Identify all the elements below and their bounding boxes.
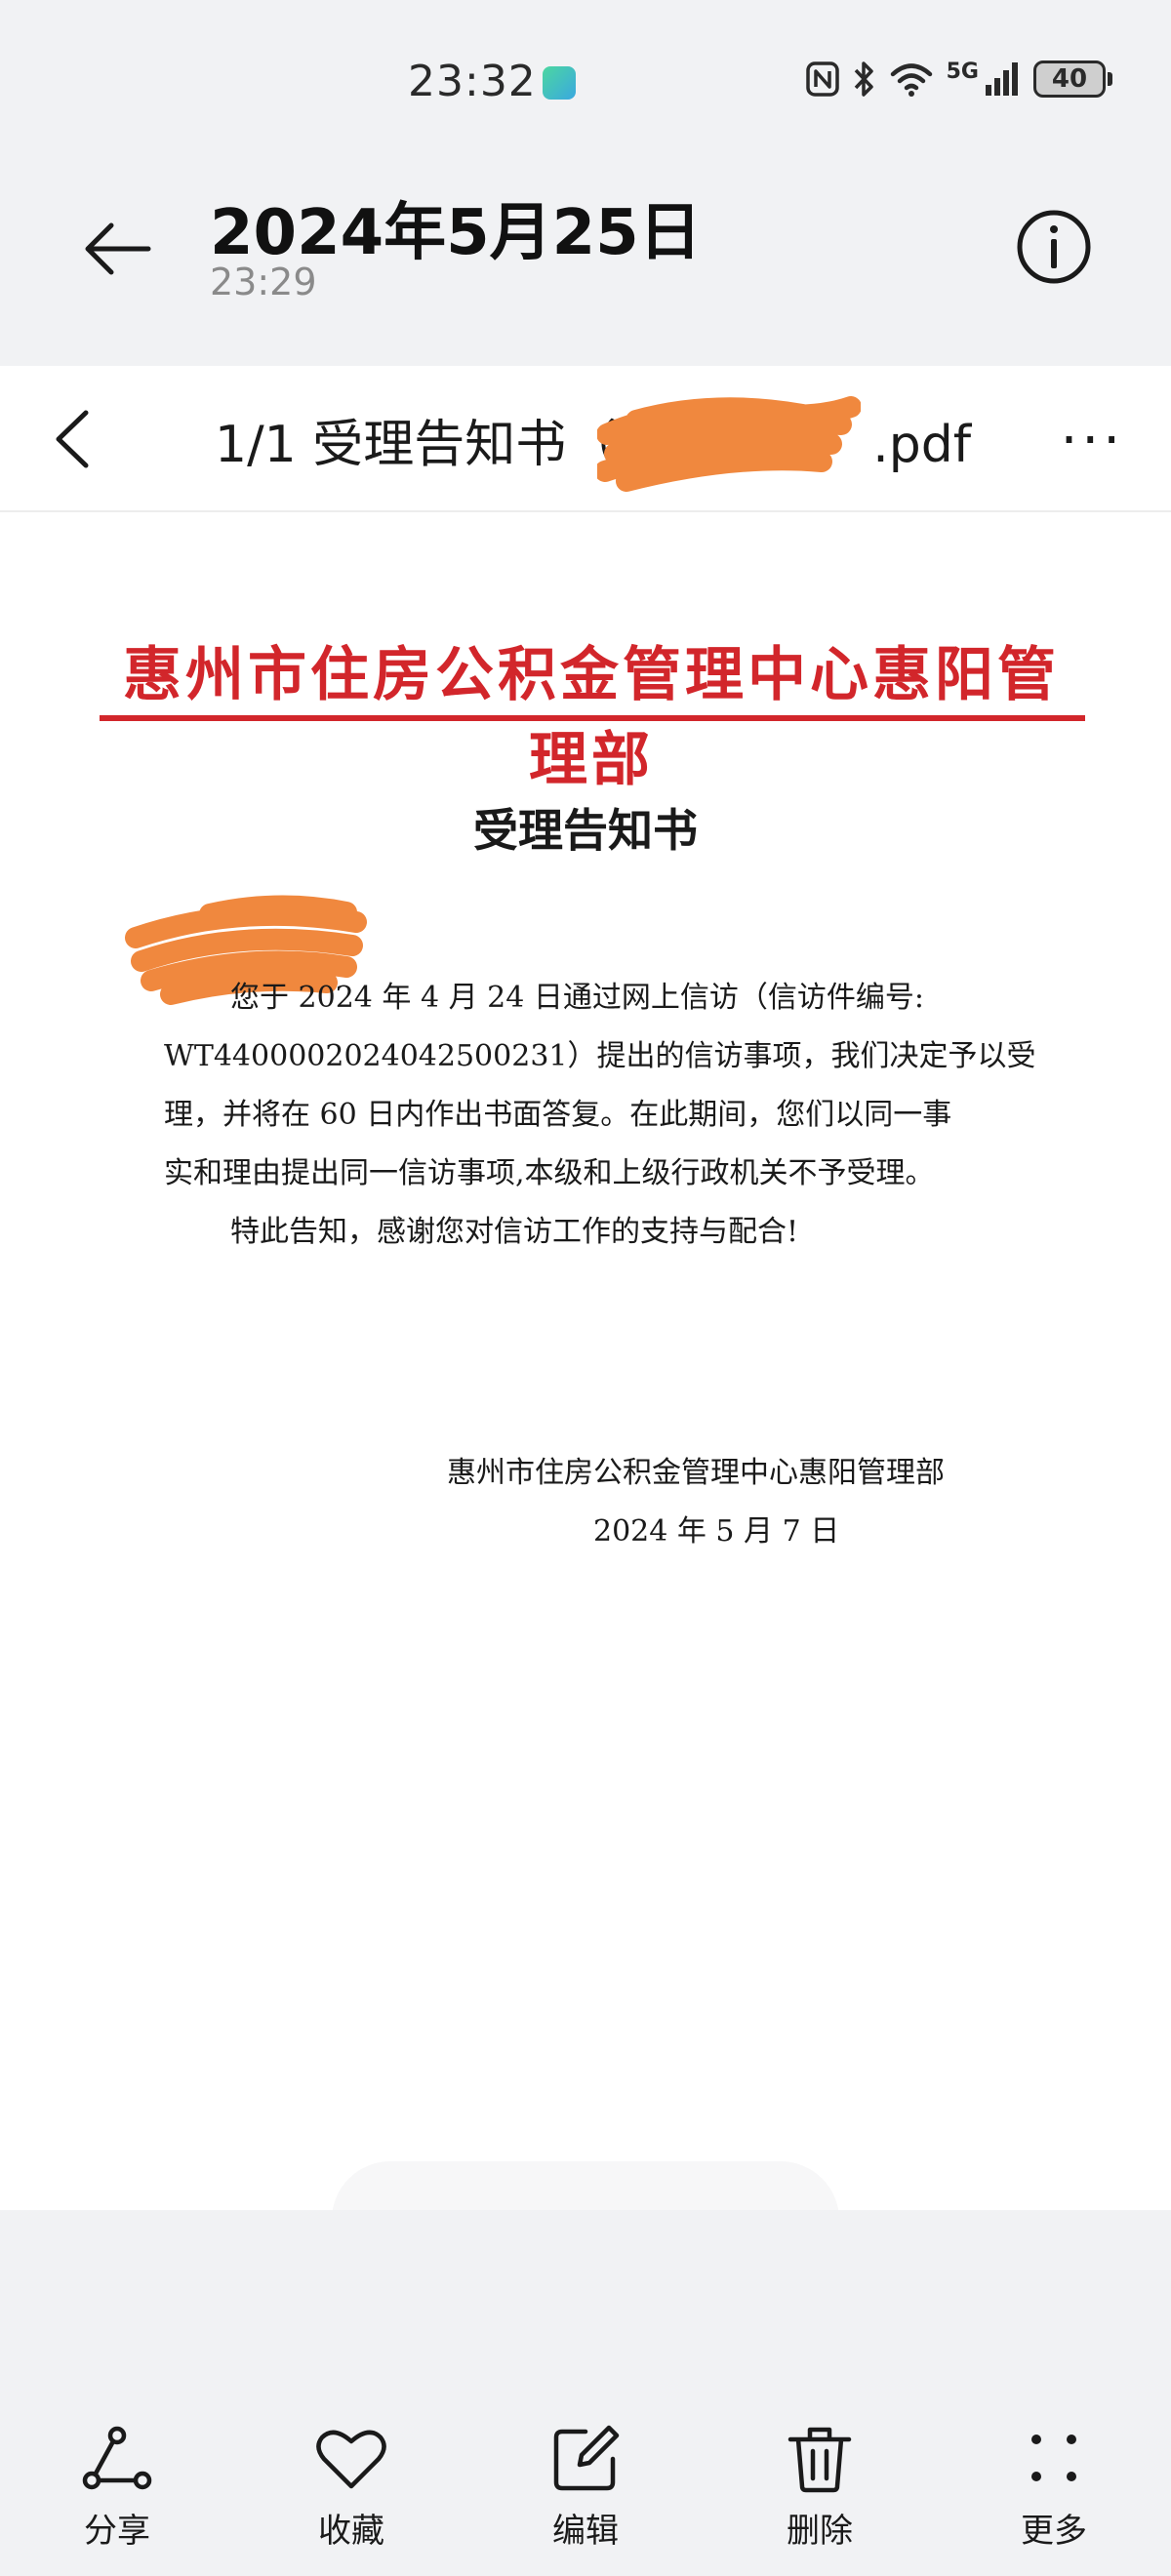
- document-viewer: 1/1 受理告知书（ .pdf ··· 惠州市住房公积金管理中心惠阳管理部 受理告…: [0, 366, 1171, 2220]
- status-icons: 5G 40: [805, 60, 1112, 98]
- status-bar: 23:32 5G 40: [0, 0, 1171, 171]
- more-label: 更多: [1021, 2512, 1087, 2551]
- document-filename-extension: .pdf: [872, 416, 972, 474]
- letterhead-divider: [100, 715, 1085, 721]
- delete-label: 删除: [787, 2512, 853, 2551]
- nfc-icon: [805, 61, 839, 97]
- page-title: 2024年5月25日: [210, 197, 702, 269]
- wifi-icon: [890, 63, 932, 97]
- battery-level: 40: [1033, 60, 1106, 98]
- status-time: 23:32: [408, 57, 537, 106]
- document-letterhead: 惠州市住房公积金管理中心惠阳管理部: [123, 641, 1060, 794]
- body-line: 实和理由提出同一信访事项,本级和上级行政机关不予受理。: [164, 1156, 935, 1190]
- signature-organization: 惠州市住房公积金管理中心惠阳管理部: [447, 1456, 945, 1490]
- trash-icon: [787, 2427, 852, 2493]
- header: 2024年5月25日 23:29: [0, 171, 1171, 366]
- battery-icon: 40: [1033, 60, 1112, 98]
- info-icon[interactable]: [1013, 206, 1095, 288]
- delete-button[interactable]: 删除: [742, 2420, 898, 2552]
- signature-date: 2024 年 5 月 7 日: [593, 1514, 840, 1549]
- edit-button[interactable]: 编辑: [507, 2420, 664, 2552]
- favorite-button[interactable]: 收藏: [273, 2420, 429, 2552]
- heart-icon: [316, 2430, 386, 2489]
- app-notification-icon: [543, 66, 576, 100]
- chevron-left-icon[interactable]: [49, 405, 98, 473]
- document-body: 您于 2024 年 4 月 24 日通过网上信访（信访件编号: WT440000…: [164, 969, 1042, 1262]
- edit-label: 编辑: [552, 2512, 619, 2551]
- bottom-toolbar: 分享 收藏 编辑 删除 更多: [0, 2210, 1171, 2576]
- share-button[interactable]: 分享: [39, 2420, 195, 2552]
- more-options-button[interactable]: ···: [1061, 409, 1124, 472]
- viewer-toolbar: 1/1 受理告知书（ .pdf ···: [0, 366, 1171, 512]
- battery-tip: [1108, 72, 1112, 86]
- closing-line: 特此告知，感谢您对信访工作的支持与配合!: [230, 1215, 799, 1249]
- network-type-label: 5G: [946, 60, 979, 84]
- edit-icon: [553, 2425, 620, 2491]
- favorite-label: 收藏: [318, 2512, 384, 2551]
- body-line: WT4400002024042500231）提出的信访事项，我们决定予以受: [164, 1039, 1036, 1073]
- redaction-scribble: [597, 396, 861, 492]
- share-icon: [82, 2426, 152, 2490]
- body-line: 您于 2024 年 4 月 24 日通过网上信访（信访件编号:: [230, 981, 924, 1015]
- more-button[interactable]: 更多: [976, 2420, 1132, 2552]
- arrow-left-icon[interactable]: [78, 210, 156, 288]
- body-line: 理，并将在 60 日内作出书面答复。在此期间，您们以同一事: [164, 1098, 952, 1132]
- page-subtitle-time: 23:29: [210, 261, 317, 303]
- bluetooth-icon: [854, 61, 873, 97]
- document-heading: 受理告知书: [473, 804, 698, 857]
- share-label: 分享: [84, 2512, 150, 2551]
- more-grid-icon: [1031, 2435, 1076, 2481]
- signal-icon: [986, 62, 1018, 96]
- document-filename-prefix: 1/1 受理告知书（: [215, 416, 618, 474]
- document-signature: 惠州市住房公积金管理中心惠阳管理部 2024 年 5 月 7 日: [447, 1444, 1032, 1561]
